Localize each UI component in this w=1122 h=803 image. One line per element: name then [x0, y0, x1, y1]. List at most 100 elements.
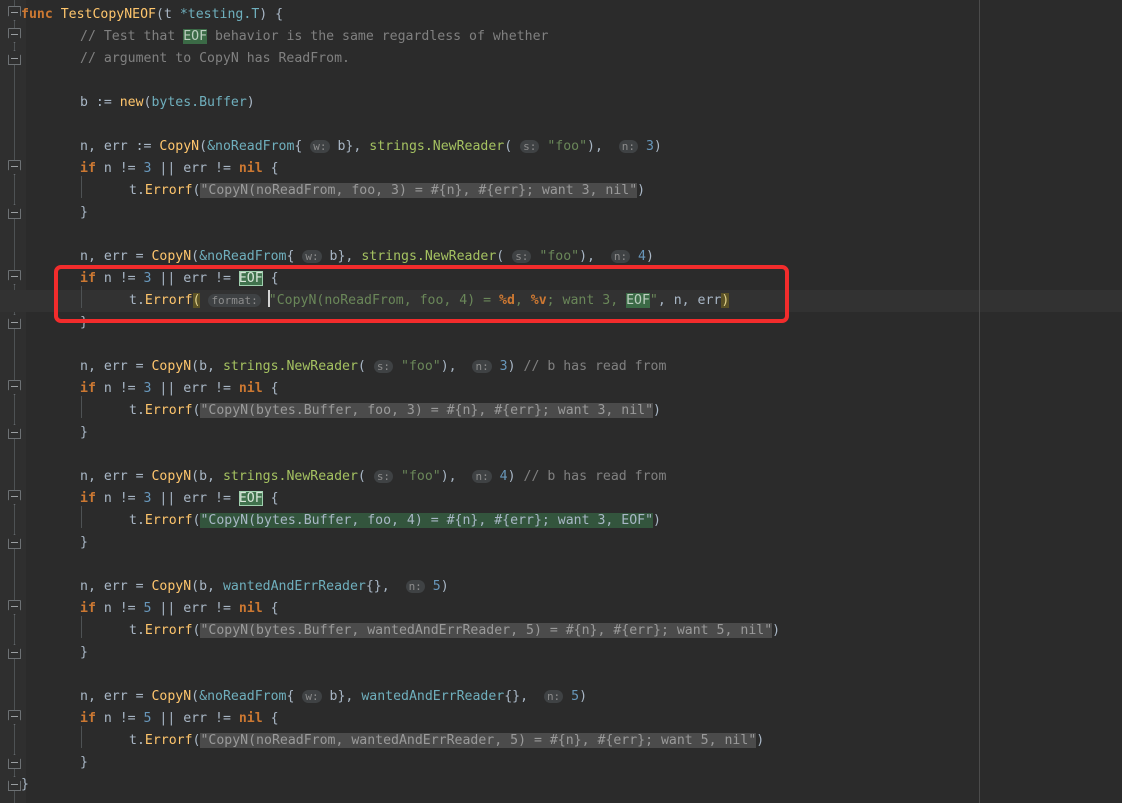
code-line-9[interactable]: t.Errorf("CopyN(noReadFrom, foo, 3) = #{…: [129, 180, 645, 202]
inlay-hint-s[interactable]: s:: [373, 470, 394, 483]
code-line-19[interactable]: t.Errorf("CopyN(bytes.Buffer, foo, 3) = …: [129, 400, 661, 422]
code-line-27[interactable]: n, err = CopyN(b, wantedAndErrReader{}, …: [80, 576, 449, 598]
code-line-22[interactable]: n, err = CopyN(b, strings.NewReader( s: …: [80, 466, 666, 488]
token-paren: ): [440, 579, 449, 594]
token-errorf: t.: [129, 733, 145, 748]
token-paren: ): [653, 513, 661, 528]
inlay-hint-n[interactable]: n:: [472, 470, 492, 483]
token-keyword-if: if: [80, 161, 96, 176]
code-line-30[interactable]: }: [80, 642, 88, 664]
token-comment: // argument to CopyN has ReadFrom.: [80, 51, 350, 66]
token-brace: {: [262, 161, 279, 176]
token-cond: || err !=: [151, 711, 239, 726]
inlay-hint-n[interactable]: n:: [472, 360, 492, 373]
matching-paren-close: ): [721, 293, 730, 308]
code-line-8[interactable]: if n != 3 || err != nil {: [80, 158, 279, 180]
code-line-1[interactable]: func TestCopyNEOF(t *testing.T) {: [21, 4, 283, 26]
token-paren: (: [357, 359, 374, 374]
inlay-hint-s[interactable]: s:: [520, 140, 540, 153]
token-errorf: t.: [129, 293, 145, 308]
token-comment: // Test that: [80, 29, 184, 44]
code-line-32[interactable]: n, err = CopyN(&noReadFrom{ w: b}, wante…: [80, 686, 587, 708]
inlay-hint-format[interactable]: format:: [208, 294, 261, 307]
token-errorf: t.: [129, 513, 145, 528]
inlay-hint-s[interactable]: s:: [512, 250, 532, 263]
token-number: 3: [638, 139, 654, 154]
code-line-20[interactable]: }: [80, 422, 88, 444]
token-string-foo: "foo": [531, 249, 580, 264]
token-noreadfrom: &noReadFrom: [199, 689, 287, 704]
inlay-hint-w[interactable]: w:: [310, 140, 330, 153]
token-paren: ): [772, 623, 781, 638]
token-paren: (: [191, 249, 200, 264]
token-copyn: CopyN: [151, 689, 192, 704]
inlay-hint-n[interactable]: n:: [610, 250, 631, 263]
token-strings-newreader: strings.NewReader: [222, 469, 358, 484]
token-wanted-reader: wantedAndErrReader: [222, 579, 366, 594]
token-wanted-reader: wantedAndErrReader: [361, 689, 505, 704]
token-paren: ): [653, 403, 661, 418]
search-match-string: "CopyN(bytes.Buffer, foo, 3) = #{n}, #{e…: [200, 403, 654, 418]
token-string-part: ,: [514, 293, 531, 308]
token-errorf-name: Errorf: [144, 403, 193, 418]
token-comma: , n, err: [657, 293, 722, 308]
token-errorf-name: Errorf: [144, 513, 193, 528]
code-line-36[interactable]: }: [21, 774, 29, 796]
token-assign: n, err =: [80, 579, 152, 594]
inlay-hint-w[interactable]: w:: [302, 250, 322, 263]
code-line-15[interactable]: }: [80, 312, 88, 334]
search-match-string: "CopyN(noReadFrom, wantedAndErrReader, 5…: [200, 733, 757, 748]
code-line-29[interactable]: t.Errorf("CopyN(bytes.Buffer, wantedAndE…: [129, 620, 780, 642]
token-brace: {: [262, 601, 279, 616]
token-nil: nil: [238, 161, 263, 176]
inlay-hint-n[interactable]: n:: [618, 140, 639, 153]
code-line-23[interactable]: if n != 3 || err != EOF {: [80, 488, 279, 510]
token-cond: || err !=: [151, 161, 239, 176]
code-line-2[interactable]: // Test that EOF behavior is the same re…: [80, 26, 548, 48]
code-line-24[interactable]: t.Errorf("CopyN(bytes.Buffer, foo, 4) = …: [129, 510, 661, 532]
token-errorf-name: Errorf: [144, 183, 193, 198]
code-line-35[interactable]: }: [80, 752, 88, 774]
code-line-10[interactable]: }: [80, 202, 88, 224]
token-nil: nil: [238, 601, 263, 616]
inlay-hint-n[interactable]: n:: [543, 690, 564, 703]
token-format-verb-v: %v: [530, 293, 547, 308]
code-line-13[interactable]: if n != 3 || err != EOF {: [80, 268, 279, 290]
token-brace: {: [262, 381, 279, 396]
token-bytes-buffer: bytes.Buffer: [151, 95, 247, 110]
token-new-call: new: [119, 95, 144, 110]
code-line-25[interactable]: }: [80, 532, 88, 554]
code-line-5[interactable]: b := new(bytes.Buffer): [80, 92, 255, 114]
token-paren: ): [645, 249, 654, 264]
code-surface[interactable]: func TestCopyNEOF(t *testing.T) { // Tes…: [0, 0, 1122, 803]
token-cond: || err !=: [151, 271, 239, 286]
token-param-type: *testing.T: [179, 7, 260, 22]
search-match-string: "CopyN(noReadFrom, foo, 3) = #{n}, #{err…: [200, 183, 638, 198]
token-arg: b},: [321, 689, 362, 704]
inlay-hint-s[interactable]: s:: [373, 360, 394, 373]
inlay-hint-n[interactable]: n:: [405, 580, 425, 593]
code-line-12[interactable]: n, err = CopyN(&noReadFrom{ w: b}, strin…: [80, 246, 654, 268]
token-copyn: CopyN: [151, 579, 192, 594]
inlay-hint-w[interactable]: w:: [302, 690, 322, 703]
token-brace: {: [262, 271, 279, 286]
code-line-3[interactable]: // argument to CopyN has ReadFrom.: [80, 48, 350, 70]
code-editor[interactable]: func TestCopyNEOF(t *testing.T) { // Tes…: [0, 0, 1122, 803]
code-line-7[interactable]: n, err := CopyN(&noReadFrom{ w: b}, stri…: [80, 136, 662, 158]
token-string-part: ; want 3,: [546, 293, 627, 308]
code-line-17[interactable]: n, err = CopyN(b, strings.NewReader( s: …: [80, 356, 666, 378]
token-paren: ): [637, 183, 646, 198]
code-line-14[interactable]: t.Errorf( format: "CopyN(noReadFrom, foo…: [129, 290, 730, 312]
code-line-34[interactable]: t.Errorf("CopyN(noReadFrom, wantedAndErr…: [129, 730, 764, 752]
code-line-18[interactable]: if n != 3 || err != nil {: [80, 378, 279, 400]
token-errorf: t.: [129, 623, 145, 638]
code-line-33[interactable]: if n != 5 || err != nil {: [80, 708, 279, 730]
token-brace-close: }: [80, 425, 88, 440]
token-cond: n !=: [95, 161, 144, 176]
token-assign: n, err =: [80, 249, 152, 264]
token-paren: (: [156, 7, 164, 22]
code-line-28[interactable]: if n != 5 || err != nil {: [80, 598, 279, 620]
token-brace: {: [262, 711, 279, 726]
token-keyword-if: if: [80, 491, 96, 506]
token-strings-newreader: strings.NewReader: [369, 139, 505, 154]
